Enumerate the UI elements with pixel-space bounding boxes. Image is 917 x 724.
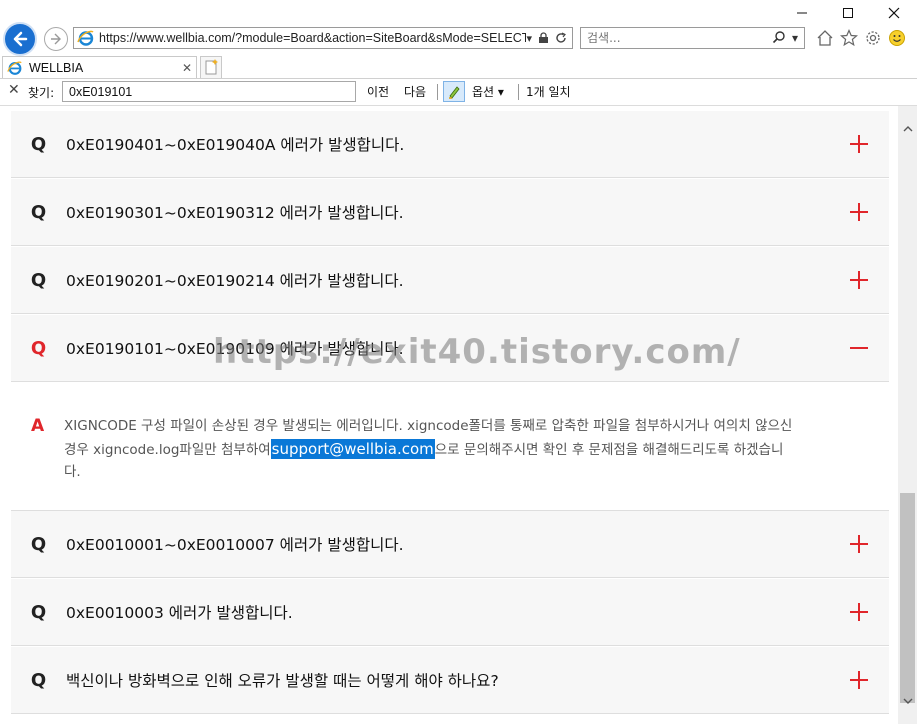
answer-marker: A: [31, 416, 45, 436]
plus-icon: [850, 671, 868, 689]
collapse-button[interactable]: [829, 338, 889, 358]
address-url[interactable]: https://www.wellbia.com/?module=Board&ac…: [95, 31, 526, 45]
find-result-count: 1개 일치: [526, 85, 571, 99]
internet-explorer-icon: [77, 30, 94, 46]
scroll-down-icon[interactable]: [898, 692, 917, 710]
search-icon[interactable]: [772, 30, 792, 47]
faq-question[interactable]: 0xE0190301~0xE0190312 에러가 발생합니다.: [66, 201, 829, 223]
forward-arrow-icon: [51, 33, 61, 45]
question-marker: Q: [30, 601, 47, 623]
faq-item[interactable]: Q 0xE0010001~0xE0010007 에러가 발생합니다.: [11, 511, 889, 578]
browser-window: https://www.wellbia.com/?module=Board&ac…: [0, 0, 917, 724]
expand-button[interactable]: [829, 602, 889, 622]
plus-icon: [850, 203, 868, 221]
faq-item[interactable]: Q 0xE0190201~0xE0190214 에러가 발생합니다.: [11, 247, 889, 314]
favorites-button[interactable]: [839, 28, 859, 48]
plus-icon: [850, 603, 868, 621]
settings-button[interactable]: [863, 28, 883, 48]
forward-button[interactable]: [44, 27, 68, 51]
faq-question[interactable]: 0xE0190401~0xE019040A 에러가 발생합니다.: [66, 133, 829, 155]
find-previous-button[interactable]: 이전: [367, 83, 389, 100]
new-tab-button[interactable]: [200, 56, 222, 78]
scroll-up-icon[interactable]: [898, 120, 917, 138]
question-marker: Q: [30, 201, 47, 223]
address-tools: ▾: [526, 32, 572, 45]
tab-title: WELLBIA: [29, 60, 84, 75]
close-icon: [888, 7, 900, 19]
faq-item[interactable]: Q 0xE0190401~0xE019040A 에러가 발생합니다.: [11, 111, 889, 178]
page-content: Q 0xE0190401~0xE019040A 에러가 발생합니다. Q 0xE…: [0, 106, 898, 724]
gear-icon: [866, 31, 880, 45]
find-input[interactable]: [62, 81, 356, 102]
find-separator: [437, 84, 438, 100]
find-separator: [518, 84, 519, 100]
expand-button[interactable]: [829, 534, 889, 554]
expand-button[interactable]: [829, 670, 889, 690]
close-find-bar-icon[interactable]: ✕: [8, 82, 20, 98]
faq-question[interactable]: 0xE0010003 에러가 발생합니다.: [66, 601, 829, 623]
search-box[interactable]: ▾: [580, 27, 805, 49]
toolbar-icons: [815, 28, 907, 48]
highlight-button[interactable]: [443, 81, 465, 102]
answer-text: XIGNCODE 구성 파일이 손상된 경우 발생되는 에러입니다. xignc…: [64, 415, 799, 484]
highlighter-icon: [449, 85, 460, 99]
home-icon: [817, 30, 833, 46]
find-label: 찾기:: [28, 86, 55, 100]
feedback-button[interactable]: [887, 28, 907, 48]
navigation-bar: https://www.wellbia.com/?module=Board&ac…: [0, 22, 917, 56]
find-options-label: 옵션: [472, 85, 495, 99]
expand-button[interactable]: [829, 270, 889, 290]
vertical-scrollbar[interactable]: [898, 106, 917, 724]
new-tab-icon: [205, 59, 218, 75]
faq-answer: A XIGNCODE 구성 파일이 손상된 경우 발생되는 에러입니다. xig…: [11, 383, 889, 511]
search-input[interactable]: [581, 28, 772, 48]
smiley-icon: [889, 30, 905, 46]
maximize-icon: [843, 8, 853, 18]
search-dropdown-icon[interactable]: ▾: [792, 31, 804, 45]
question-marker: Q: [30, 133, 47, 155]
faq-question[interactable]: 백신이나 방화벽으로 인해 오류가 발생할 때는 어떻게 해야 하나요?: [66, 669, 829, 691]
faq-item[interactable]: Q 0xE0190301~0xE0190312 에러가 발생합니다.: [11, 179, 889, 246]
find-bar: ✕ 찾기: 이전 다음 옵션 ▾ 1개 일치: [0, 79, 917, 106]
back-button[interactable]: [3, 22, 37, 56]
support-email-highlight[interactable]: support@wellbia.com: [270, 438, 435, 459]
question-marker: Q: [30, 269, 47, 291]
plus-icon: [850, 135, 868, 153]
find-options-button[interactable]: 옵션 ▾: [472, 83, 504, 100]
faq-item[interactable]: Q 0xE0010003 에러가 발생합니다.: [11, 579, 889, 646]
tab-strip: WELLBIA ✕: [0, 56, 917, 79]
back-arrow-icon: [13, 31, 28, 47]
faq-question[interactable]: 0xE0010001~0xE0010007 에러가 발생합니다.: [66, 533, 829, 555]
scroll-thumb[interactable]: [900, 493, 915, 703]
close-tab-icon[interactable]: ✕: [182, 61, 196, 75]
star-icon: [840, 29, 858, 47]
tab-wellbia[interactable]: WELLBIA ✕: [2, 56, 197, 78]
home-button[interactable]: [815, 28, 835, 48]
plus-icon: [850, 271, 868, 289]
faq-question[interactable]: 0xE0190201~0xE0190214 에러가 발생합니다.: [66, 269, 829, 291]
lock-icon[interactable]: [538, 32, 549, 44]
find-next-button[interactable]: 다음: [404, 83, 426, 100]
question-marker: Q: [30, 669, 47, 691]
refresh-icon[interactable]: [555, 32, 567, 44]
plus-icon: [850, 535, 868, 553]
minimize-icon: [797, 12, 807, 14]
question-marker: Q: [30, 337, 47, 359]
address-bar[interactable]: https://www.wellbia.com/?module=Board&ac…: [73, 27, 573, 49]
dropdown-icon[interactable]: ▾: [526, 32, 532, 45]
question-marker: Q: [30, 533, 47, 555]
internet-explorer-icon: [7, 61, 22, 75]
expand-button[interactable]: [829, 134, 889, 154]
chevron-down-icon: ▾: [497, 85, 504, 99]
faq-item[interactable]: Q 백신이나 방화벽으로 인해 오류가 발생할 때는 어떻게 해야 하나요?: [11, 647, 889, 714]
minus-icon: [850, 347, 868, 349]
watermark-text: https://exit40.tistory.com/: [213, 332, 741, 372]
expand-button[interactable]: [829, 202, 889, 222]
